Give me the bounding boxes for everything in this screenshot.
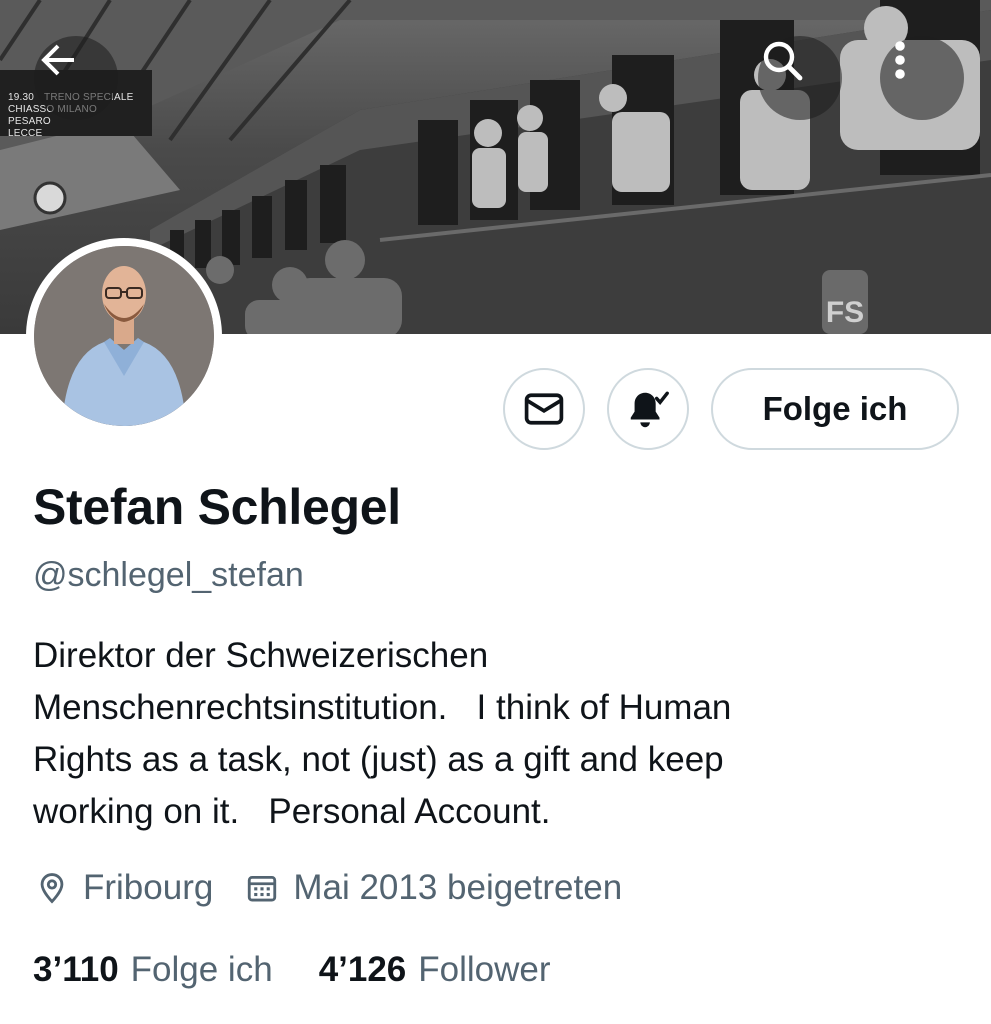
calendar-icon — [248, 875, 277, 902]
location-text: Fribourg — [83, 868, 214, 907]
join-date-text: Mai 2013 beigetreten — [293, 868, 623, 907]
back-button[interactable] — [34, 36, 118, 120]
bell-check-icon — [630, 391, 669, 428]
arrow-left-icon — [41, 44, 74, 76]
search-icon — [763, 41, 803, 81]
followers-label: Follower — [418, 950, 551, 989]
username-handle: @schlegel_stefan — [33, 556, 304, 594]
avatar-photo — [34, 246, 214, 426]
display-name: Stefan Schlegel — [33, 479, 401, 535]
followers-count: 4’126 — [318, 950, 407, 989]
avatar[interactable] — [26, 238, 222, 434]
join-date: Mai 2013 beigetreten — [243, 868, 622, 908]
envelope-icon — [524, 393, 564, 425]
location-pin-icon — [40, 873, 64, 904]
following-count: 3’110 — [33, 950, 119, 989]
following-label: Folge ich — [130, 950, 273, 989]
profile-bio: Direktor der Schweizerischen Menschenrec… — [33, 630, 933, 838]
location: Fribourg — [33, 868, 213, 908]
bio-line: Direktor der Schweizerischen — [33, 636, 489, 675]
profile-stats: 3’110 Folge ich 4’126 Follower — [33, 950, 597, 990]
bio-line: Menschenrechtsinstitution. I think of Hu… — [33, 688, 732, 727]
profile-page: FS 19.30TRENO SPECIALE CHIASSO MILANOPES… — [0, 0, 991, 1024]
fs-logo-text: FS — [826, 296, 864, 329]
more-options-button[interactable] — [880, 36, 964, 120]
followers-stat[interactable]: 4’126 Follower — [319, 950, 551, 990]
more-vertical-icon — [895, 41, 905, 79]
profile-meta: Fribourg Mai 2013 beigetreten — [33, 868, 652, 908]
bio-line: working on it. Personal Account. — [33, 792, 551, 831]
following-button[interactable]: Folge ich — [711, 368, 959, 450]
bio-line: Rights as a task, not (just) as a gift a… — [33, 740, 724, 779]
following-stat[interactable]: 3’110 Folge ich — [33, 950, 273, 990]
message-button[interactable] — [503, 368, 585, 450]
search-button[interactable] — [758, 36, 842, 120]
notifications-button[interactable] — [607, 368, 689, 450]
